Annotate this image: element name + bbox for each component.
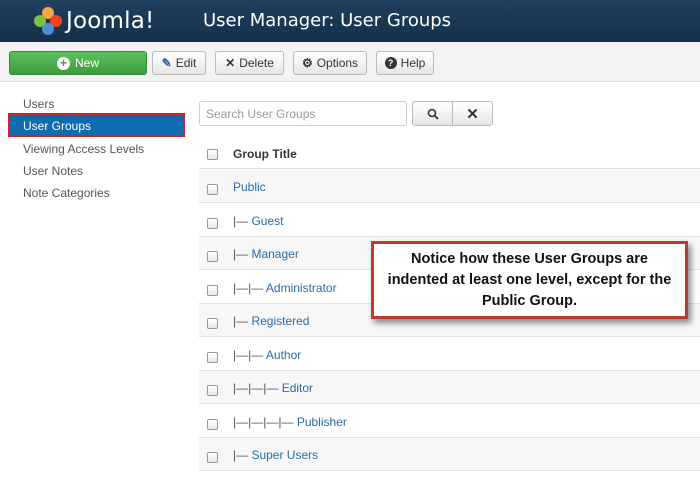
indent-prefix: |— (233, 247, 252, 261)
group-title-link[interactable]: Super Users (251, 448, 318, 462)
annotation-text: Notice how these User Groups are indente… (387, 250, 672, 309)
group-title-link[interactable]: Publisher (297, 415, 347, 429)
select-all-checkbox[interactable] (207, 149, 218, 160)
delete-icon: ✕ (225, 56, 236, 70)
edit-button[interactable]: ✎ Edit (152, 51, 206, 75)
group-title-cell: |—|—|—|— Publisher (233, 415, 347, 429)
options-button[interactable]: ⚙ Options (293, 51, 367, 75)
indent-prefix: |— (233, 448, 252, 462)
group-title-cell: |—|— Author (233, 348, 301, 362)
annotation-callout: Notice how these User Groups are indente… (371, 241, 688, 319)
table-row: |— Super Users (199, 438, 700, 471)
search-icon (427, 108, 439, 120)
table-row: |—|—|— Editor (199, 371, 700, 404)
search-button[interactable] (412, 101, 453, 126)
sidebar-item-label: User Groups (23, 119, 92, 133)
indent-prefix: |—|— (233, 347, 266, 362)
help-button[interactable]: ? Help (376, 51, 434, 75)
edit-button-label: Edit (175, 56, 197, 70)
group-title-link[interactable]: Administrator (266, 281, 337, 295)
group-title-cell: |—|—|— Editor (233, 381, 313, 395)
row-checkbox[interactable] (207, 251, 218, 262)
group-title-cell: Public (233, 180, 266, 194)
table-row: Public (199, 170, 700, 203)
row-checkbox[interactable] (207, 418, 218, 430)
sidebar-item-user-groups[interactable]: User Groups (8, 113, 185, 137)
group-title-link[interactable]: Registered (251, 314, 309, 328)
indent-prefix: |—|—|— (233, 381, 282, 395)
table-row: |—|—|—|— Publisher (199, 405, 700, 438)
gear-icon: ⚙ (301, 56, 313, 70)
table-header: Group Title (199, 137, 700, 169)
new-button[interactable]: + New (9, 51, 147, 75)
sidebar-item-note-categories[interactable]: Note Categories (23, 186, 110, 200)
sidebar-item-user-notes[interactable]: User Notes (23, 164, 83, 178)
search-input[interactable] (199, 101, 407, 126)
row-checkbox[interactable] (207, 217, 218, 229)
page-title: User Manager: User Groups (203, 10, 452, 31)
delete-button-label: Delete (239, 56, 274, 70)
row-checkbox[interactable] (207, 351, 218, 363)
row-checkbox[interactable] (207, 452, 218, 463)
indent-prefix: |—|— (233, 280, 266, 295)
row-checkbox[interactable] (207, 318, 218, 329)
group-title-cell: |— Manager (233, 247, 299, 261)
group-title-link[interactable]: Public (233, 180, 266, 194)
table-row: |— Guest (199, 204, 700, 237)
indent-prefix: |— (233, 314, 252, 328)
delete-button[interactable]: ✕ Delete (215, 51, 284, 75)
group-title-cell: |— Super Users (233, 448, 318, 462)
group-title-cell: |— Registered (233, 314, 309, 328)
indent-prefix: |—|—|—|— (233, 414, 297, 429)
group-title-link[interactable]: Manager (251, 247, 298, 261)
group-title-link[interactable]: Guest (251, 214, 283, 228)
indent-prefix: |— (233, 213, 252, 228)
group-title-cell: |— Guest (233, 214, 283, 228)
row-checkbox[interactable] (207, 184, 218, 195)
group-title-link[interactable]: Editor (282, 381, 313, 395)
joomla-logo-icon (34, 7, 62, 35)
table-row: |—|— Author (199, 338, 700, 371)
plus-circle-icon: + (56, 56, 70, 70)
group-title-cell: |—|— Administrator (233, 281, 337, 295)
row-checkbox[interactable] (207, 385, 218, 396)
sidebar-item-viewing-access-levels[interactable]: Viewing Access Levels (23, 142, 144, 156)
sidebar-item-users[interactable]: Users (23, 97, 54, 111)
column-header-group-title[interactable]: Group Title (233, 147, 297, 161)
joomla-logo[interactable]: Joomla! (34, 6, 154, 36)
row-checkbox[interactable] (207, 284, 218, 296)
toolbar: + New ✎ Edit ✕ Delete ⚙ Options ? Help (0, 42, 700, 82)
new-button-label: New (74, 56, 99, 70)
help-button-label: Help (400, 56, 426, 70)
clear-icon: ✕ (466, 105, 479, 123)
group-title-link[interactable]: Author (266, 348, 301, 362)
app-header: Joomla! User Manager: User Groups (0, 0, 700, 42)
clear-search-button[interactable]: ✕ (452, 101, 493, 126)
options-button-label: Options (316, 56, 359, 70)
help-icon: ? (384, 57, 397, 69)
edit-icon: ✎ (161, 56, 172, 70)
logo-text: Joomla! (66, 8, 155, 34)
